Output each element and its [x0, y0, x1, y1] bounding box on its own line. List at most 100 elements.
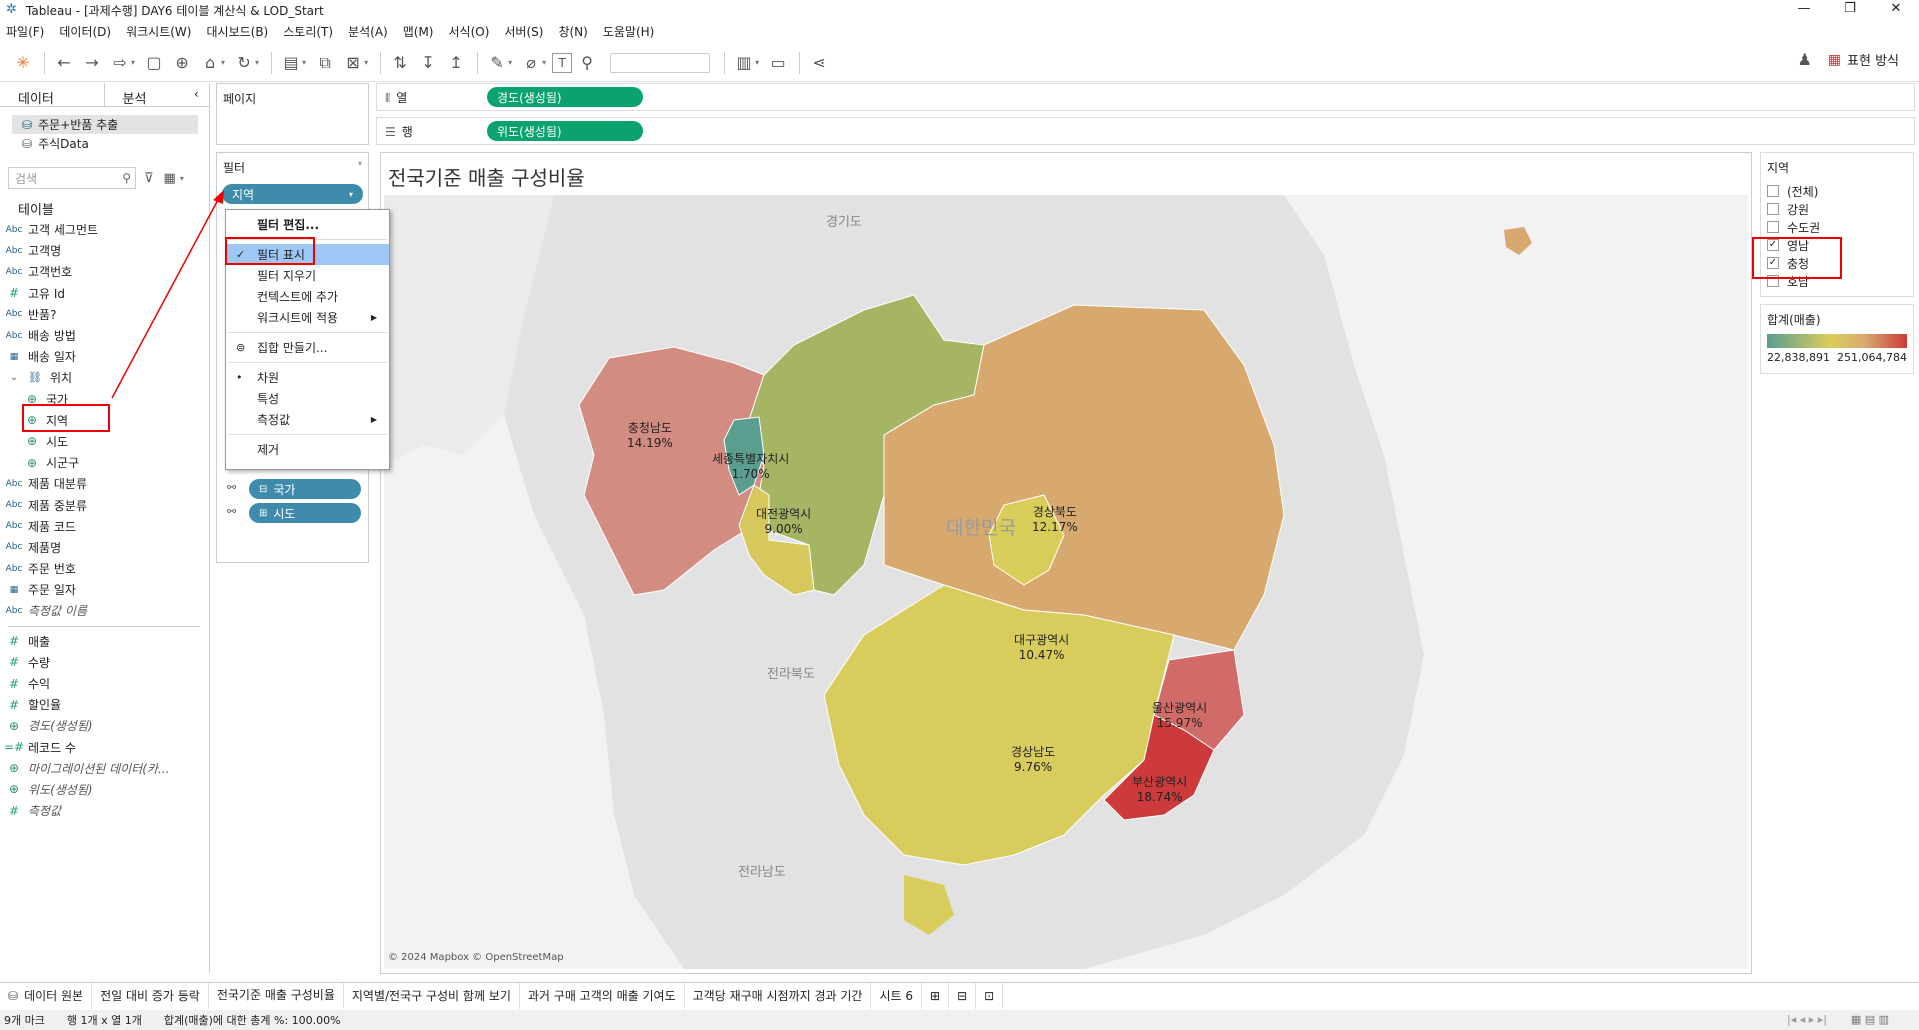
show-labels-icon[interactable]: T [552, 52, 573, 73]
menu-add-to-context[interactable]: 컨텍스트에 추가 [226, 286, 389, 307]
show-cards-icon[interactable]: ▥ [731, 50, 757, 76]
marks-pill-country[interactable]: ⊟ 국가 [249, 479, 361, 499]
menu-analysis[interactable]: 분석(A) [348, 23, 388, 40]
duplicate-sheet-icon[interactable]: ⧉ [312, 50, 338, 76]
new-datasource-icon[interactable]: ⊕ [169, 50, 195, 76]
menu-edit-filter[interactable]: 필터 편집... [226, 214, 389, 235]
sort-desc-icon[interactable]: ↥ [443, 50, 469, 76]
share-icon[interactable]: ⋖ [806, 50, 832, 76]
tab-sheet-1[interactable]: 전일 대비 증가 등락 [92, 982, 209, 1009]
marks-pill-sido[interactable]: ⊞ 시도 [249, 503, 361, 523]
new-worksheet-icon[interactable]: ▤ [278, 50, 304, 76]
color-legend-title: 합계(매출) [1767, 313, 1821, 327]
checkbox-icon[interactable] [1767, 203, 1779, 215]
field-sigungu[interactable]: ⊕ 시군구 [0, 452, 208, 473]
rows-pill-latitude[interactable]: 위도(생성됨) [487, 121, 643, 141]
filter-checkbox-item[interactable]: 강원 [1761, 200, 1913, 218]
field-item[interactable]: Abc 주문 번호 [0, 558, 208, 579]
menu-remove[interactable]: 제거 [226, 439, 389, 460]
show-me-button[interactable]: 표현 방식 [1847, 50, 1899, 69]
field-item[interactable]: ⊕ 마이그레이션된 데이터(카... [0, 758, 208, 779]
map-area[interactable]: 충청남도 14.19% 세종특별자치시 1.70% 대전광역시 9.00% 경상북도 1… [384, 195, 1748, 969]
replay-icon[interactable]: ⇨ [107, 50, 133, 76]
presentation-mode-icon[interactable]: ▭ [765, 50, 791, 76]
filter-checkbox-item[interactable]: (전체) [1761, 182, 1913, 200]
menu-format[interactable]: 서식(O) [449, 23, 490, 40]
field-item[interactable]: ⊕ 경도(생성됨) [0, 715, 208, 736]
menu-clear-filter[interactable]: 필터 지우기 [226, 265, 389, 286]
highlighter-icon[interactable]: ♟ [1797, 50, 1811, 69]
redo-icon[interactable]: → [79, 50, 105, 76]
tab-data-source[interactable]: ⛁ 데이터 원본 [0, 982, 93, 1009]
new-dashboard-tab-icon[interactable]: ⊟ [949, 982, 977, 1009]
menu-dimension[interactable]: • 차원 [226, 367, 389, 388]
field-item[interactable]: Abc 제품 중분류 [0, 494, 208, 515]
collapse-pane-icon[interactable]: ‹ [194, 87, 199, 101]
nav-arrows-icon[interactable]: |◂ ◂ ▸ ▸| [1787, 1013, 1827, 1026]
field-item[interactable]: # 매출 [0, 631, 208, 652]
field-item[interactable]: # 할인율 [0, 694, 208, 715]
pill-dropdown-icon[interactable]: ▾ [349, 190, 353, 199]
field-item[interactable]: Abc 측정값 이름 [0, 600, 208, 621]
menu-data[interactable]: 데이터(D) [59, 23, 111, 40]
filter-pill-region[interactable]: 지역 ▾ [222, 184, 363, 204]
menu-apply-to-worksheets[interactable]: 워크시트에 적용 ▶ [226, 307, 389, 328]
view-mode-icons[interactable]: ▦ ▤ ▥ [1851, 1013, 1889, 1026]
columns-pill-longitude[interactable]: 경도(생성됨) [487, 87, 643, 107]
tab-sheet-5[interactable]: 고객당 재구매 시점까지 경과 기간 [685, 982, 872, 1009]
maximize-button[interactable]: ❐ [1827, 0, 1873, 20]
field-item[interactable]: ▦ 주문 일자 [0, 579, 208, 600]
new-story-tab-icon[interactable]: ⊡ [976, 982, 1004, 1009]
fit-dropdown[interactable] [610, 52, 711, 73]
field-item[interactable]: # 측정값 [0, 800, 208, 821]
menu-story[interactable]: 스토리(T) [283, 23, 333, 40]
menu-server[interactable]: 서버(S) [504, 23, 543, 40]
pause-update-icon[interactable]: ⌂ [197, 50, 223, 76]
field-item[interactable]: Abc 제품 대분류 [0, 473, 208, 494]
new-worksheet-tab-icon[interactable]: ⊞ [922, 982, 950, 1009]
field-item[interactable]: Abc 제품 코드 [0, 516, 208, 537]
save-icon[interactable]: ▢ [141, 50, 167, 76]
region-ulleungdo[interactable] [1504, 227, 1532, 255]
checkbox-icon[interactable] [1767, 221, 1779, 233]
field-item[interactable]: # 수량 [0, 652, 208, 673]
checkbox-icon[interactable] [1767, 185, 1779, 197]
globe-icon: ⊕ [26, 434, 38, 449]
menu-help[interactable]: 도움말(H) [603, 23, 655, 40]
tableau-home-icon[interactable]: ✳ [10, 50, 36, 76]
tab-sheet-4[interactable]: 과거 구매 고객의 매출 기여도 [520, 982, 685, 1009]
menu-file[interactable]: 파일(F) [6, 23, 44, 40]
clear-sheet-icon[interactable]: ⊠ [340, 50, 366, 76]
highlight-icon[interactable]: ✎ [484, 50, 510, 76]
sort-asc-icon[interactable]: ↧ [415, 50, 441, 76]
pin-icon[interactable]: ⚲ [574, 50, 600, 76]
tab-sheet-3[interactable]: 지역별/전국구 구성비 함께 보기 [344, 982, 520, 1009]
close-button[interactable]: ✕ [1873, 0, 1919, 20]
field-sido[interactable]: ⊕ 시도 [0, 431, 208, 452]
undo-icon[interactable]: ← [51, 50, 77, 76]
string-type-icon: Abc [5, 245, 23, 256]
minimize-button[interactable]: — [1781, 0, 1827, 20]
field-item[interactable]: ⊕ 위도(생성됨) [0, 779, 208, 800]
field-item[interactable]: Abc 제품명 [0, 537, 208, 558]
field-item[interactable]: =# 레코드 수 [0, 737, 208, 758]
expand-icon[interactable]: ⌄ [0, 372, 28, 383]
tab-sheet-6[interactable]: 시트 6 [871, 982, 922, 1009]
menu-dashboard[interactable]: 대시보드(B) [206, 23, 268, 40]
menu-measure[interactable]: 측정값 ▶ [226, 409, 389, 430]
tab-data[interactable]: 데이터 [0, 83, 105, 107]
refresh-icon[interactable]: ↻ [231, 50, 257, 76]
filters-dropdown-icon[interactable]: ▾ [358, 159, 362, 168]
group-icon[interactable]: ⌀ [518, 50, 544, 76]
menu-worksheet[interactable]: 워크시트(W) [126, 23, 191, 40]
menu-window[interactable]: 창(N) [558, 23, 587, 40]
filter-checkbox-item[interactable]: 수도권 [1761, 218, 1913, 236]
tab-sheet-2[interactable]: 전국기준 매출 구성비율 [208, 982, 344, 1009]
datasource-stock[interactable]: ⛁ 주식Data [0, 134, 209, 153]
field-item[interactable]: # 수익 [0, 673, 208, 694]
menu-map[interactable]: 맵(M) [403, 23, 434, 40]
menu-attribute[interactable]: 특성 [226, 388, 389, 409]
swap-icon[interactable]: ⇅ [387, 50, 413, 76]
datasource-order-return[interactable]: ⛁ 주문+반품 추출 [12, 115, 198, 134]
menu-create-set[interactable]: ⊜ 집합 만들기... [226, 337, 389, 358]
